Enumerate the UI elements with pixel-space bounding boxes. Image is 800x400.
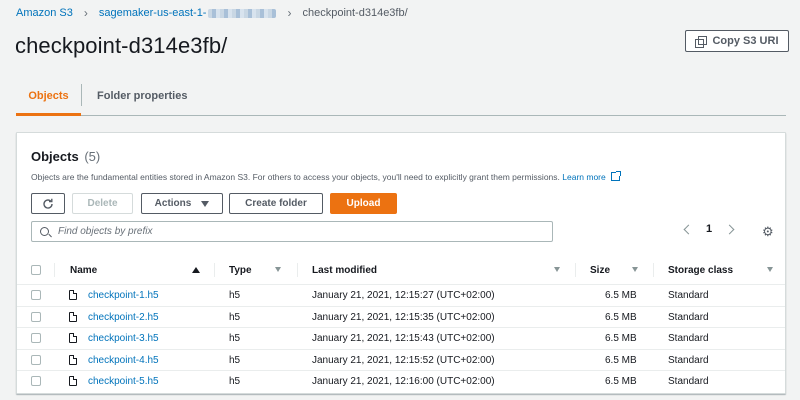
file-type: h5: [229, 376, 241, 387]
search-icon: [40, 227, 49, 236]
last-modified: January 21, 2021, 12:15:52 (UTC+02:00): [312, 354, 495, 366]
chevron-left-icon[interactable]: [683, 224, 694, 234]
column-divider: [575, 263, 576, 277]
redacted-account-id: [208, 8, 277, 18]
caret-down-icon: [201, 200, 210, 207]
file-type: h5: [229, 311, 241, 323]
file-icon: [69, 376, 77, 386]
storage-class: Standard: [668, 376, 709, 387]
row-checkbox[interactable]: [31, 311, 41, 322]
learn-more-link[interactable]: Learn more: [562, 172, 605, 182]
panel-title: Objects (5): [31, 149, 100, 164]
last-modified: January 21, 2021, 12:16:00 (UTC+02:00): [312, 376, 495, 387]
file-size: 6.5 MB: [605, 354, 637, 366]
storage-class: Standard: [668, 290, 709, 301]
sort-icon[interactable]: [767, 267, 773, 272]
breadcrumb: Amazon S3 › sagemaker-us-east-1- › check…: [16, 6, 408, 20]
file-name-link[interactable]: checkpoint-2.h5: [88, 307, 159, 328]
sort-icon[interactable]: [554, 267, 560, 272]
copy-s3-uri-button[interactable]: Copy S3 URI: [685, 30, 789, 52]
storage-class: Standard: [668, 311, 709, 323]
file-name-link[interactable]: checkpoint-5.h5: [88, 371, 159, 392]
gear-icon[interactable]: ⚙: [762, 225, 774, 238]
file-size: 6.5 MB: [605, 376, 637, 387]
file-type: h5: [229, 333, 241, 344]
tab-bar: Objects Folder properties: [16, 82, 786, 116]
file-icon: [69, 333, 77, 343]
row-checkbox[interactable]: [31, 290, 41, 300]
file-size: 6.5 MB: [605, 311, 637, 323]
column-header-last-modified[interactable]: Last modified: [312, 255, 377, 285]
file-type: h5: [229, 354, 241, 366]
row-checkbox[interactable]: [31, 333, 41, 343]
copy-icon: [695, 35, 708, 48]
breadcrumb-link-bucket[interactable]: sagemaker-us-east-1-: [99, 7, 207, 19]
breadcrumb-current: checkpoint-d314e3fb/: [302, 7, 408, 19]
upload-button[interactable]: Upload: [330, 193, 397, 214]
column-divider: [297, 263, 298, 277]
column-header-storage-class[interactable]: Storage class: [668, 255, 733, 285]
table-row[interactable]: checkpoint-2.h5 h5 January 21, 2021, 12:…: [17, 307, 785, 328]
chevron-right-icon: ›: [83, 6, 88, 20]
actions-label: Actions: [154, 198, 192, 209]
file-icon: [69, 354, 77, 365]
sort-icon[interactable]: [632, 267, 638, 272]
table-row[interactable]: checkpoint-3.h5 h5 January 21, 2021, 12:…: [17, 328, 785, 350]
column-divider: [214, 263, 215, 277]
objects-panel: Objects (5) Objects are the fundamental …: [16, 132, 786, 394]
delete-button[interactable]: Delete: [72, 193, 133, 214]
file-size: 6.5 MB: [605, 290, 637, 301]
column-divider: [653, 263, 654, 277]
last-modified: January 21, 2021, 12:15:43 (UTC+02:00): [312, 333, 495, 344]
sort-icon[interactable]: [275, 267, 281, 272]
column-header-name[interactable]: Name: [70, 255, 97, 285]
tab-folder-properties[interactable]: Folder properties: [82, 82, 187, 116]
file-name-link[interactable]: checkpoint-3.h5: [88, 328, 159, 349]
copy-s3-uri-label: Copy S3 URI: [712, 35, 779, 47]
file-icon: [69, 290, 77, 300]
last-modified: January 21, 2021, 12:15:35 (UTC+02:00): [312, 311, 495, 323]
search-box: [31, 221, 553, 242]
file-size: 6.5 MB: [605, 333, 637, 344]
refresh-icon: [43, 198, 53, 209]
tab-objects[interactable]: Objects: [16, 82, 81, 116]
row-checkbox[interactable]: [31, 354, 41, 365]
file-type: h5: [229, 290, 241, 301]
last-modified: January 21, 2021, 12:15:27 (UTC+02:00): [312, 290, 495, 301]
page-title: checkpoint-d314e3fb/: [15, 33, 228, 58]
chevron-right-icon: ›: [287, 6, 292, 20]
column-header-type[interactable]: Type: [229, 255, 252, 285]
row-checkbox[interactable]: [31, 376, 41, 386]
column-divider: [54, 263, 55, 277]
object-count: (5): [84, 149, 101, 164]
pagination: 1: [683, 223, 735, 235]
sort-ascending-icon[interactable]: [192, 267, 200, 273]
file-name-link[interactable]: checkpoint-1.h5: [88, 285, 159, 306]
panel-title-text: Objects: [31, 149, 79, 164]
storage-class: Standard: [668, 333, 709, 344]
chevron-right-icon[interactable]: [724, 224, 735, 234]
table-header: Name Type Last modified Size Storage cla…: [17, 255, 785, 285]
select-all-checkbox[interactable]: [31, 265, 41, 275]
storage-class: Standard: [668, 354, 709, 366]
table-row[interactable]: checkpoint-1.h5 h5 January 21, 2021, 12:…: [17, 285, 785, 307]
table-row[interactable]: checkpoint-4.h5 h5 January 21, 2021, 12:…: [17, 350, 785, 371]
external-link-icon: [611, 171, 622, 181]
create-folder-button[interactable]: Create folder: [229, 193, 323, 214]
refresh-button[interactable]: [31, 193, 65, 214]
column-header-size[interactable]: Size: [590, 255, 610, 285]
table-row[interactable]: checkpoint-5.h5 h5 January 21, 2021, 12:…: [17, 371, 785, 393]
page-number[interactable]: 1: [706, 223, 712, 235]
panel-description-text: Objects are the fundamental entities sto…: [31, 172, 560, 182]
search-input[interactable]: [58, 226, 538, 237]
actions-dropdown[interactable]: Actions: [141, 193, 223, 214]
file-name-link[interactable]: checkpoint-4.h5: [88, 350, 159, 371]
breadcrumb-link-amazon-s3[interactable]: Amazon S3: [16, 7, 73, 19]
file-icon: [69, 311, 77, 322]
objects-table: Name Type Last modified Size Storage cla…: [17, 255, 785, 393]
panel-description: Objects are the fundamental entities sto…: [31, 171, 622, 182]
